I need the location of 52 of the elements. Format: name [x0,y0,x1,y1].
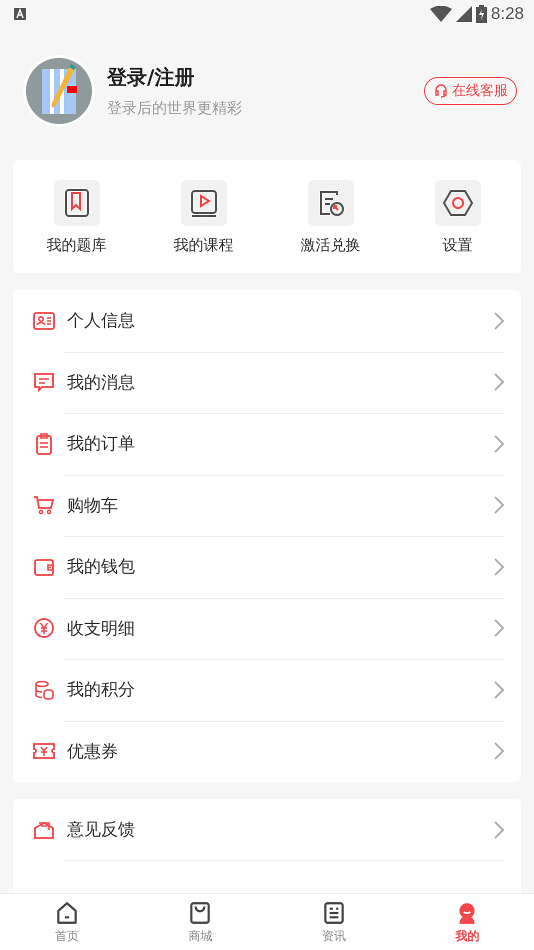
menu-row[interactable]: 我的钱包 [13,536,521,598]
keyboard-indicator-icon [14,8,26,20]
quick-action-label[interactable]: 激活兑换 [300,236,360,255]
chevron-right-icon [493,820,505,840]
quick-action-tile[interactable] [54,180,100,226]
menu-label: 购物车 [67,494,119,517]
quick-action-label[interactable]: 设置 [442,236,472,255]
menu-row[interactable]: 个人信息 [13,290,521,352]
tab[interactable]: 我的 [400,894,534,950]
login-register-title[interactable]: 登录/注册 [107,64,424,91]
message-icon [32,370,56,394]
yuan-coin-icon [32,616,56,640]
menu-label: 我的积分 [67,679,136,702]
clock-time: 8:28 [490,4,524,24]
chevron-right-icon [493,618,505,638]
menu-row[interactable]: 收支明细 [13,598,521,659]
quick-action-tile[interactable] [434,180,480,226]
battery-charging-icon [476,5,487,23]
quick-action-label[interactable]: 我的题库 [46,236,106,255]
signal-icon [456,6,472,22]
menu-row[interactable]: 我的积分 [13,659,521,720]
quick-action-label[interactable]: 我的课程 [174,236,234,255]
login-subtitle: 登录后的世界更精彩 [107,99,243,118]
quick-action-tile[interactable] [308,180,354,226]
menu-row[interactable]: 我的订单 [13,413,521,474]
menu-label: 我的订单 [67,433,136,456]
menu-row[interactable]: 优惠券 [13,720,521,782]
menu-label: 优惠券 [67,740,119,763]
chevron-right-icon [493,556,505,577]
menu-label: 意见反馈 [67,819,136,842]
quick-action-tile[interactable] [180,180,226,226]
chevron-right-icon [493,434,505,454]
tab[interactable]: 首页 [0,894,134,950]
tab[interactable]: 资讯 [267,894,400,950]
chevron-right-icon [493,741,505,762]
chevron-right-icon [493,680,505,700]
menu-row[interactable]: 购物车 [13,474,521,536]
menu-label: 我的消息 [67,372,136,394]
chevron-right-icon [493,372,505,392]
wifi-icon [430,6,452,22]
tab[interactable]: 商城 [134,894,267,950]
chevron-right-icon [493,495,505,516]
menu-label: 我的钱包 [67,556,136,578]
coin-stack-icon [32,678,56,702]
headset-icon [433,83,449,99]
menu-label: 个人信息 [67,310,136,332]
menu-row[interactable]: 意见反馈 [13,799,521,860]
cart-icon [32,493,56,518]
chevron-right-icon [493,310,505,331]
avatar-image[interactable] [22,54,96,128]
menu-label: 收支明细 [67,618,136,640]
menu-row[interactable]: 我的消息 [13,352,521,413]
